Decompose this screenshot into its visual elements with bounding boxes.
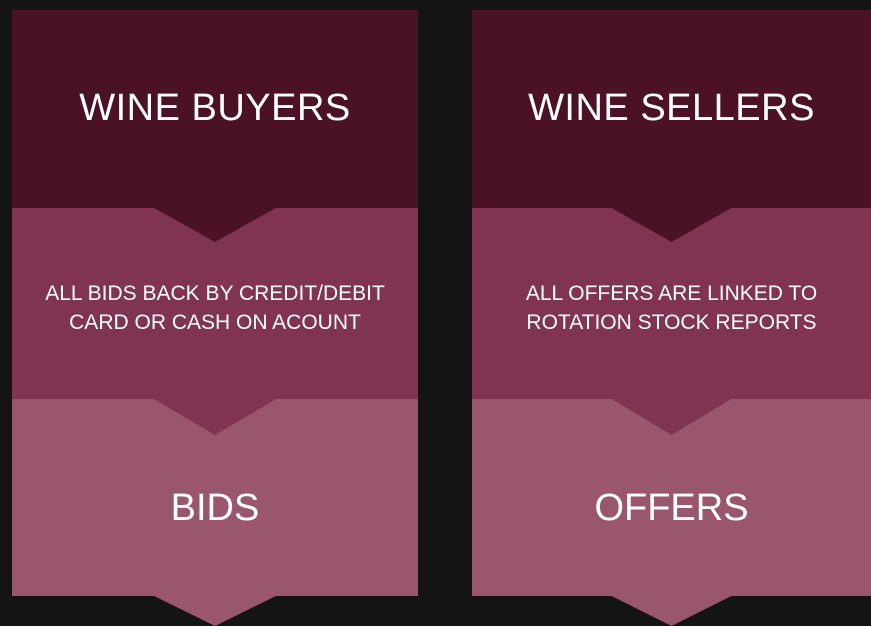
sellers-description: ALL OFFERS ARE LINKED TO ROTATION STOCK … (472, 279, 871, 337)
sellers-result: OFFERS (594, 487, 749, 529)
buyers-description-line-2: CARD OR CASH ON ACOUNT (69, 311, 361, 334)
sellers-title-band: WINE SELLERS (472, 10, 871, 242)
buyers-description-line-1: ALL BIDS BACK BY CREDIT/DEBIT (45, 282, 385, 305)
buyers-title-band: WINE BUYERS (12, 10, 418, 242)
sellers-description-line-1: ALL OFFERS ARE LINKED TO (525, 282, 818, 305)
sellers-description-line-2: ROTATION STOCK REPORTS (526, 311, 817, 334)
buyers-title: WINE BUYERS (79, 87, 351, 129)
sellers-column: WINE SELLERS ALL OFFERS ARE LINKED TO RO… (472, 10, 871, 626)
buyers-result: BIDS (170, 487, 260, 529)
sellers-title: WINE SELLERS (528, 87, 815, 129)
buyers-column: WINE BUYERS ALL BIDS BACK BY CREDIT/DEBI… (12, 10, 418, 626)
buyers-description: ALL BIDS BACK BY CREDIT/DEBIT CARD OR CA… (12, 279, 418, 337)
